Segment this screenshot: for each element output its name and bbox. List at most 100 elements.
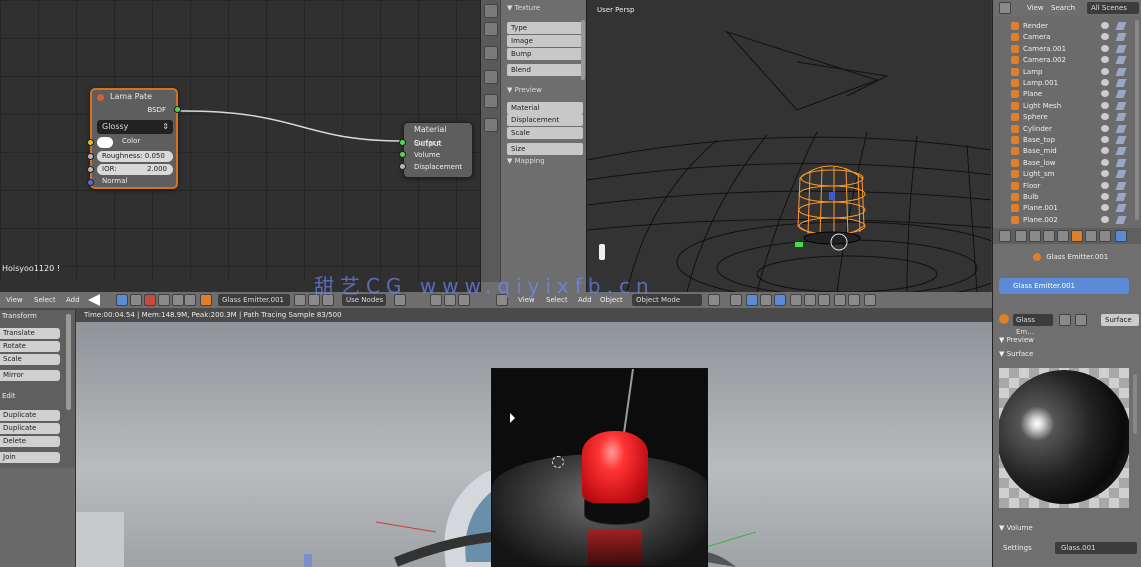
outliner-item[interactable]: Plane.002 [1001,214,1135,226]
restrict-render-icon[interactable] [1115,204,1127,213]
panel-section-header[interactable]: ▼ Mapping [507,157,545,165]
eye-icon[interactable] [1101,22,1109,29]
restrict-render-icon[interactable] [1115,215,1127,224]
normal-input-socket[interactable] [87,179,94,186]
tab-icon[interactable] [484,46,498,60]
volume-input-socket[interactable] [399,151,406,158]
volume-section-header[interactable]: ▼ Volume [999,524,1033,532]
shader-type-select[interactable]: Glossy ⇕ [97,120,173,134]
preview-section-header[interactable]: ▼ Preview [999,336,1034,344]
rotate-icon[interactable] [774,294,786,306]
eye-icon[interactable] [1101,170,1109,178]
eye-icon[interactable] [1101,90,1109,98]
tab-icon[interactable] [484,4,498,18]
restrict-render-icon[interactable] [1115,170,1127,179]
outliner-item[interactable]: Lamp [1001,66,1135,78]
outliner-item[interactable]: Base_mid [1001,145,1135,157]
3d-viewport[interactable]: User Persp [586,0,991,292]
material-icon[interactable] [200,294,212,306]
restrict-render-icon[interactable] [1115,113,1127,122]
outliner[interactable]: View Search All Scenes Render Camera Camer… [992,0,1141,228]
restrict-render-icon[interactable] [1115,33,1127,42]
node-editor[interactable]: Lama Pate BSDF Glossy ⇕ Color Roughness:… [0,0,480,282]
texture-properties-panel[interactable]: ▼ Texture Type Image Bump Blend ▼ Previe… [480,0,586,282]
restrict-render-icon[interactable] [1115,101,1127,110]
outliner-item[interactable]: Cylinder [1001,123,1135,135]
tab-icon[interactable] [484,118,498,132]
world-tab-icon[interactable] [1043,230,1055,242]
restrict-render-icon[interactable] [1115,136,1127,144]
ior-input-socket[interactable] [87,166,94,173]
object-node-icon[interactable] [116,294,128,306]
glossy-shader-node[interactable]: Lama Pate BSDF Glossy ⇕ Color Roughness:… [87,88,181,189]
material-output-node[interactable]: Material Output Surface Volume Displacem… [399,122,473,178]
eye-icon[interactable] [1101,113,1109,121]
render-tab-icon[interactable] [1015,230,1027,242]
tab-icon[interactable] [484,94,498,108]
mirror-button[interactable]: Mirror [0,370,60,381]
shader-node-icon[interactable] [172,294,184,306]
rotate-button[interactable]: Rotate [0,341,60,352]
restrict-render-icon[interactable] [1115,147,1127,156]
selected-lamp-object[interactable] [792,158,872,253]
surface-toggle-button[interactable]: Surface [1101,314,1139,326]
tab-icon[interactable] [484,70,498,84]
outliner-item[interactable]: Light_sm [1001,168,1135,180]
restrict-render-icon[interactable] [1115,124,1127,133]
edit-section-header[interactable]: Edit [2,392,16,400]
eye-icon[interactable] [1101,204,1109,212]
layers-icon[interactable] [818,294,830,306]
restrict-render-icon[interactable] [1115,44,1127,53]
restrict-render-icon[interactable] [1115,181,1127,190]
scrollbar[interactable] [1135,20,1139,220]
collapse-menu-icon[interactable] [88,294,100,306]
eye-icon[interactable] [1101,67,1109,75]
eye-icon[interactable] [1101,56,1109,64]
duplicate-linked-button[interactable]: Duplicate Linked [0,423,60,443]
outliner-item[interactable]: Bulb [1001,191,1135,203]
outliner-item[interactable]: Sphere [1001,111,1135,123]
outliner-item[interactable]: Floor [1001,180,1135,192]
node-header[interactable]: Material Output [404,123,472,148]
texture-button[interactable]: Scale [507,127,583,139]
transform-section-header[interactable]: Transform [2,312,37,320]
restrict-render-icon[interactable] [1115,90,1127,99]
surface-input-socket[interactable] [399,139,406,146]
eye-icon[interactable] [1101,101,1109,109]
scrollbar[interactable] [66,314,71,410]
fake-user-icon[interactable] [1059,314,1071,326]
translate-button[interactable]: Translate [0,328,60,339]
join-button[interactable]: Join [0,452,60,463]
eye-icon[interactable] [1101,147,1109,155]
display-mode-select[interactable]: All Scenes [1087,2,1139,14]
eye-icon[interactable] [1101,79,1109,86]
texture-tab-icon[interactable] [1085,230,1097,242]
scale-button[interactable]: Scale [0,354,60,365]
object-tab-icon[interactable] [1057,230,1069,242]
outliner-item[interactable]: Camera.001 [1001,43,1135,55]
render-preview[interactable] [491,368,708,567]
delete-button[interactable]: Delete [0,436,60,447]
roughness-input-socket[interactable] [87,153,94,160]
color-input-socket[interactable] [87,139,94,146]
roughness-field[interactable]: Roughness: 0.050 [97,151,173,162]
texture-button[interactable]: Image [507,35,583,47]
render-icon[interactable] [864,294,876,306]
tab-icon[interactable] [484,22,498,36]
particles-tab-icon[interactable] [1099,230,1111,242]
translate-icon[interactable] [760,294,772,306]
texture-button[interactable]: Type [507,22,583,34]
menu-add[interactable]: Add [66,294,80,306]
editor-type-icon[interactable] [999,230,1011,242]
restrict-render-icon[interactable] [1115,193,1127,201]
tool-shelf[interactable]: Transform Translate Rotate Scale Mirror … [0,310,76,567]
material-name-field[interactable]: Glass Em... [1013,314,1053,336]
outliner-item[interactable]: Camera.002 [1001,54,1135,66]
panel-section-header[interactable]: ▼ Preview [507,86,542,94]
restrict-render-icon[interactable] [1115,56,1127,65]
outliner-item[interactable]: Base_low [1001,157,1135,169]
texture-button[interactable]: Bump [507,48,583,60]
properties-editor[interactable]: Glass Emitter.001 Glass Emitter.001 Glas… [992,228,1141,567]
compositing-node-icon[interactable] [158,294,170,306]
panel-section-header[interactable]: ▼ Texture [507,4,540,12]
